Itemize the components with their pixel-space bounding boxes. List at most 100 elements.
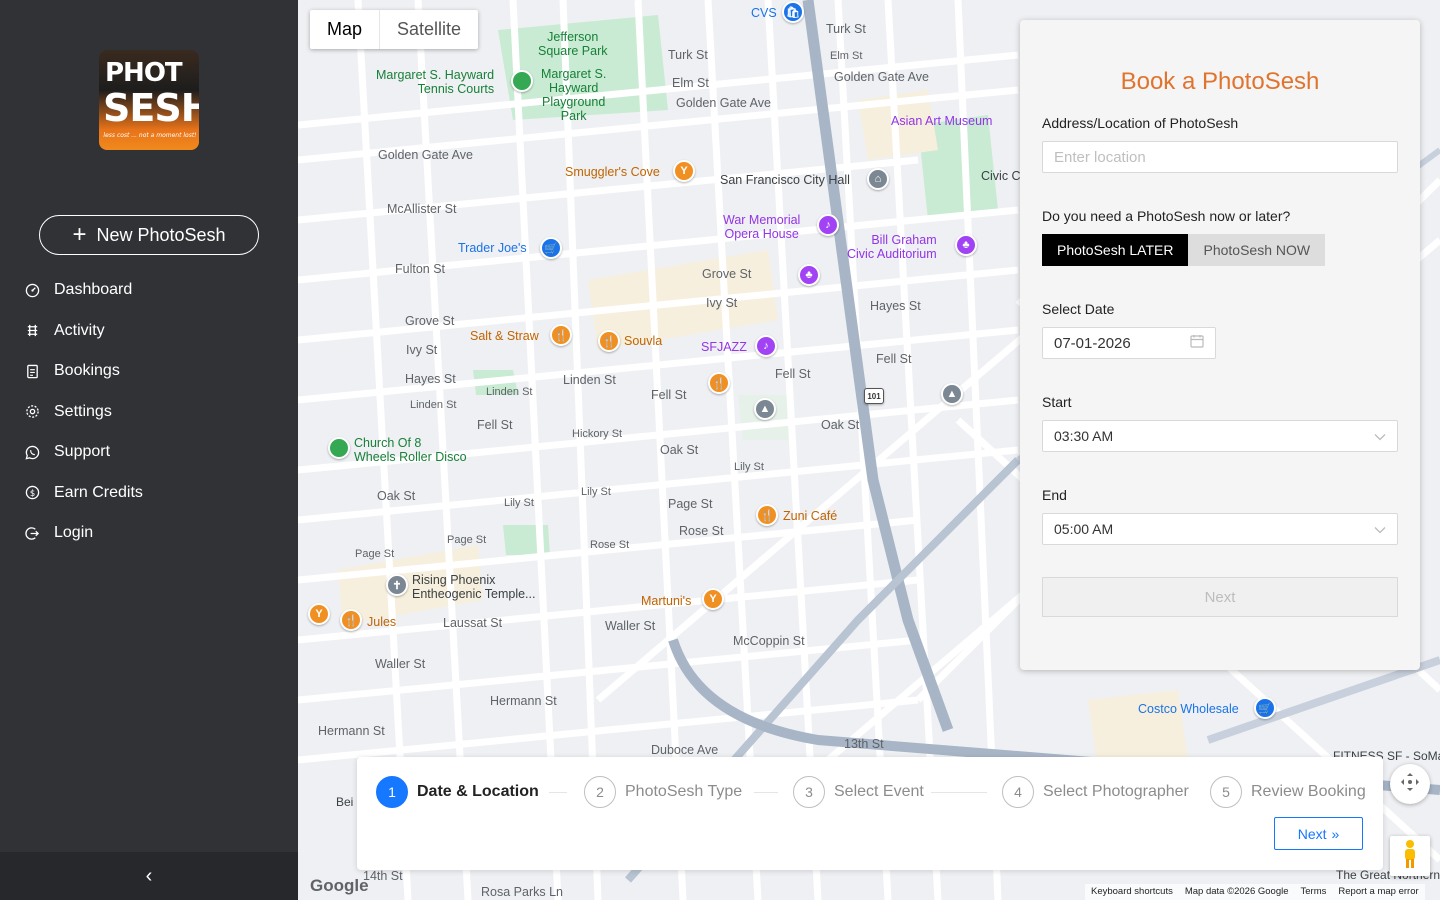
street-label: Linden St	[563, 373, 616, 387]
street-label: Waller St	[375, 657, 426, 671]
transit-pin[interactable]: ▲	[941, 383, 963, 405]
map-label-smuggler: Smuggler's Cove	[565, 165, 660, 179]
chevron-down-icon	[1374, 428, 1386, 444]
bar-pin[interactable]: Y	[702, 588, 724, 610]
restaurant-pin[interactable]: 🍴	[340, 609, 362, 631]
street-label: Grove St	[702, 267, 752, 281]
step-divider	[549, 792, 567, 793]
end-time-select[interactable]: 05:00 AM	[1042, 513, 1398, 545]
street-label: Oak St	[377, 489, 416, 503]
fullscreen-control[interactable]	[1390, 10, 1420, 20]
sidebar-item-settings[interactable]: Settings	[0, 392, 298, 433]
street-label: Ivy St	[706, 296, 738, 310]
restaurant-pin[interactable]: 🍴	[756, 504, 778, 526]
booking-next-button[interactable]: Next	[1042, 577, 1398, 617]
step-date-location[interactable]: 1 Date & Location	[376, 776, 539, 808]
bookings-icon	[24, 363, 40, 379]
shopping-pin[interactable]: 🛍	[782, 1, 804, 23]
address-input[interactable]: Enter location	[1042, 141, 1398, 173]
street-label: Golden Gate Ave	[378, 148, 473, 162]
address-placeholder: Enter location	[1054, 148, 1146, 166]
restaurant-pin[interactable]: 🍴	[708, 372, 730, 394]
map-label-rising-phoenix: Rising Phoenix Entheogenic Temple...	[412, 573, 536, 601]
street-label: Waller St	[605, 619, 656, 633]
address-label: Address/Location of PhotoSesh	[1042, 115, 1239, 131]
step-number: 3	[793, 776, 825, 808]
gear-icon	[24, 404, 40, 420]
step-divider	[754, 792, 778, 793]
map-type-map-tab[interactable]: Map	[310, 10, 381, 49]
booking-panel: Book a PhotoSesh Address/Location of Pho…	[1020, 20, 1420, 670]
timing-toggle: PhotoSesh LATER PhotoSesh NOW	[1042, 234, 1326, 266]
photosesh-logo[interactable]: PHOT SESH less cost ... not a moment los…	[99, 50, 199, 150]
street-label: Lily St	[504, 497, 534, 509]
map-label-zuni: Zuni Café	[783, 509, 838, 523]
map-label-costco: Costco Wholesale	[1138, 702, 1239, 716]
sidebar-item-support[interactable]: Support	[0, 432, 298, 473]
street-label: Laussat St	[443, 616, 503, 630]
sidebar-item-dashboard[interactable]: Dashboard	[0, 270, 298, 311]
landmark-pin[interactable]: ⌂	[867, 168, 889, 190]
sidebar-item-activity[interactable]: Activity	[0, 311, 298, 352]
google-logo: Google	[310, 876, 369, 895]
sidebar-item-bookings[interactable]: Bookings	[0, 351, 298, 392]
theater-pin[interactable]: ♣	[955, 234, 977, 256]
school-pin[interactable]: ▲	[754, 398, 776, 420]
map-label-city-hall: San Francisco City Hall	[720, 173, 850, 187]
music-venue-pin[interactable]: ♪	[817, 214, 839, 236]
photosesh-later-button[interactable]: PhotoSesh LATER	[1042, 234, 1189, 266]
step-number: 5	[1210, 776, 1242, 808]
logo-text-top: PHOT	[105, 58, 183, 88]
sidebar-item-label: Earn Credits	[54, 483, 143, 501]
photosesh-now-button[interactable]: PhotoSesh NOW	[1188, 234, 1326, 266]
bar-pin[interactable]: Y	[673, 160, 695, 182]
booking-steps: 1 Date & Location 2 PhotoSesh Type 3 Sel…	[357, 757, 1383, 870]
logo-tagline: less cost ... not a moment lost!	[103, 132, 197, 139]
date-picker[interactable]: 07-01-2026	[1042, 327, 1216, 359]
map-label-salt-straw: Salt & Straw	[470, 329, 539, 343]
map-label-jefferson: Jefferson Square Park	[538, 30, 608, 58]
new-photosesh-button[interactable]: + New PhotoSesh	[39, 215, 259, 255]
map-camera-control[interactable]	[1390, 764, 1430, 804]
park-pin[interactable]	[511, 70, 533, 92]
step-label: Review Booking	[1251, 783, 1366, 800]
sidebar-item-label: Bookings	[54, 362, 120, 380]
street-label: Elm St	[830, 50, 863, 62]
restaurant-pin[interactable]: 🍴	[550, 324, 572, 346]
grocery-pin[interactable]: 🛒	[540, 237, 562, 259]
step-select-photographer[interactable]: 4 Select Photographer	[1002, 776, 1189, 808]
report-error-link[interactable]: Report a map error	[1338, 886, 1418, 898]
start-time-select[interactable]: 03:30 AM	[1042, 420, 1398, 452]
bar-pin[interactable]: Y	[308, 603, 330, 625]
pegman-streetview-control[interactable]	[1390, 836, 1430, 876]
sidebar-item-login[interactable]: Login	[0, 513, 298, 554]
chevron-left-icon: ‹	[145, 864, 153, 887]
theater-pin[interactable]: ♣	[798, 264, 820, 286]
street-label: Rose St	[590, 539, 630, 551]
music-venue-pin[interactable]: ♪	[755, 335, 777, 357]
map-type-satellite-tab[interactable]: Satellite	[380, 10, 478, 49]
church-pin[interactable]: ✝	[386, 574, 408, 596]
grocery-pin[interactable]: 🛒	[1254, 697, 1276, 719]
map-label-civic: Civic C	[981, 169, 1021, 183]
step-select-event[interactable]: 3 Select Event	[793, 776, 924, 808]
restaurant-pin[interactable]: 🍴	[598, 330, 620, 352]
sidebar-item-label: Support	[54, 443, 111, 461]
map-label-hayward-courts: Margaret S. Hayward Tennis Courts	[376, 68, 495, 96]
keyboard-shortcuts-link[interactable]: Keyboard shortcuts	[1091, 886, 1173, 898]
map-attribution: Keyboard shortcuts Map data ©2026 Google…	[1085, 884, 1425, 900]
terms-link[interactable]: Terms	[1301, 886, 1327, 898]
step-review-booking[interactable]: 5 Review Booking	[1210, 776, 1366, 808]
start-label: Start	[1042, 394, 1072, 410]
collapse-sidebar-button[interactable]: ‹	[0, 852, 298, 900]
steps-next-button[interactable]: Next »	[1274, 817, 1363, 850]
sidebar-item-earn-credits[interactable]: $ Earn Credits	[0, 473, 298, 514]
street-label: Elm St	[672, 76, 709, 90]
map-label-sfjazz: SFJAZZ	[701, 340, 747, 354]
calendar-icon	[1190, 334, 1204, 352]
step-number: 4	[1002, 776, 1034, 808]
street-label: Hermann St	[318, 724, 385, 738]
park-pin[interactable]	[328, 437, 350, 459]
street-label: Turk St	[826, 22, 866, 36]
step-photosesh-type[interactable]: 2 PhotoSesh Type	[584, 776, 742, 808]
